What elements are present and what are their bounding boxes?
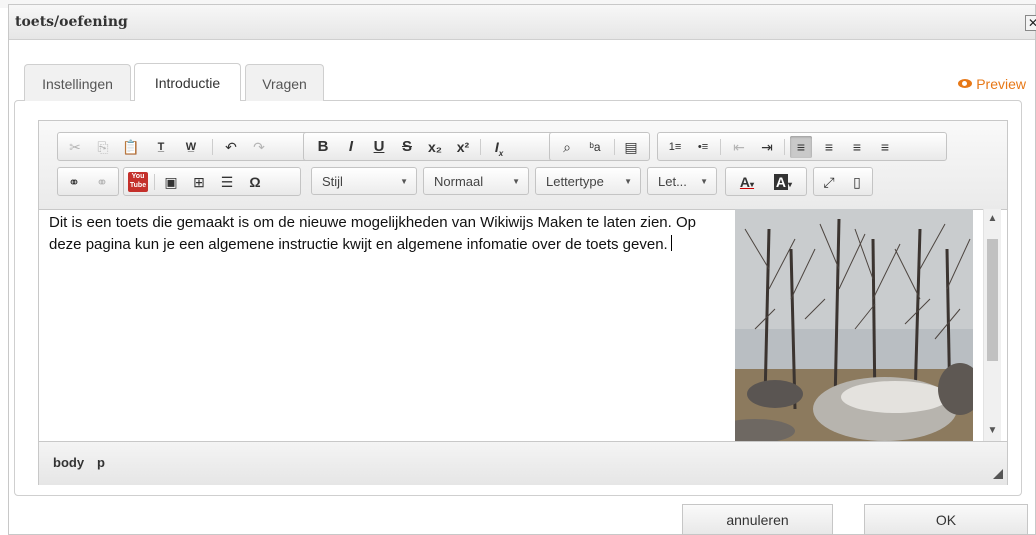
unlink-icon[interactable]: ⚭ bbox=[91, 171, 113, 193]
table-icon[interactable]: ⊞ bbox=[188, 171, 210, 193]
special-char-icon[interactable]: Ω bbox=[244, 171, 266, 193]
format-combo-label: Normaal bbox=[434, 174, 484, 189]
align-right-icon[interactable]: ≡ bbox=[846, 136, 868, 158]
strikethrough-icon[interactable]: S bbox=[396, 136, 418, 158]
toolbar-group-tools: ⤢ ▯ bbox=[813, 167, 873, 196]
toolbar-group-links: ⚭ ⚭ bbox=[57, 167, 119, 196]
horizontal-line-icon[interactable]: ☰ bbox=[216, 171, 238, 193]
scroll-thumb[interactable] bbox=[987, 239, 998, 361]
bulleted-list-icon[interactable]: •≡ bbox=[692, 136, 714, 158]
editor-toolbar: ✂ ⎘ 📋 T̲ W̲ ↶ ↷ B I U S x₂ x² Ix ⌕ ᵇa ▤ bbox=[39, 121, 1007, 210]
find-icon[interactable]: ⌕ bbox=[556, 136, 578, 158]
style-combo-label: Stijl bbox=[322, 174, 343, 189]
text-caret bbox=[670, 235, 672, 251]
tab-label: Vragen bbox=[262, 76, 307, 92]
chevron-down-icon: ▼ bbox=[400, 177, 408, 186]
toolbar-group-paragraph: 1≡ •≡ ⇤ ⇥ ≡ ≡ ≡ ≡ bbox=[657, 132, 947, 161]
paste-text-icon[interactable]: T̲ bbox=[150, 136, 172, 158]
text-color-label: A bbox=[739, 174, 751, 190]
undo-icon[interactable]: ↶ bbox=[220, 136, 242, 158]
paste-icon[interactable]: 📋 bbox=[120, 136, 142, 158]
remove-format-icon[interactable]: Ix bbox=[488, 136, 510, 158]
copy-icon[interactable]: ⎘ bbox=[92, 136, 114, 158]
style-combo[interactable]: Stijl ▼ bbox=[311, 167, 417, 195]
dialog-title: toets/oefening bbox=[15, 14, 128, 30]
text-color-button[interactable]: A▾ bbox=[732, 171, 762, 193]
toolbar-group-basicstyles: B I U S x₂ x² Ix bbox=[303, 132, 581, 161]
preview-label: Preview bbox=[976, 76, 1026, 92]
bg-color-button[interactable]: A ▾ bbox=[768, 171, 798, 193]
preview-link[interactable]: Preview bbox=[958, 76, 1026, 92]
cancel-button[interactable]: annuleren bbox=[682, 504, 833, 535]
subscript-icon[interactable]: x₂ bbox=[424, 136, 446, 158]
underline-icon[interactable]: U bbox=[368, 136, 390, 158]
bg-color-label: A bbox=[773, 174, 789, 190]
separator bbox=[480, 139, 481, 155]
justify-icon[interactable]: ≡ bbox=[874, 136, 896, 158]
font-combo-label: Lettertype bbox=[546, 174, 604, 189]
redo-icon[interactable]: ↷ bbox=[248, 136, 270, 158]
show-blocks-icon[interactable]: ▤ bbox=[620, 136, 642, 158]
font-combo[interactable]: Lettertype ▼ bbox=[535, 167, 641, 195]
align-left-icon[interactable]: ≡ bbox=[790, 136, 812, 158]
scroll-down-icon[interactable]: ▼ bbox=[984, 423, 1001, 439]
cut-icon[interactable]: ✂ bbox=[64, 136, 86, 158]
link-icon[interactable]: ⚭ bbox=[63, 171, 85, 193]
size-combo-label: Let... bbox=[658, 174, 687, 189]
toolbar-group-insert: You Tube ▣ ⊞ ☰ Ω bbox=[123, 167, 301, 196]
outdent-icon[interactable]: ⇤ bbox=[728, 136, 750, 158]
toolbar-group-colors: A▾ A ▾ bbox=[725, 167, 807, 196]
dolmen-image bbox=[735, 209, 973, 441]
dialog-titlebar: toets/oefening ✕ bbox=[9, 5, 1036, 40]
youtube-icon[interactable]: You Tube bbox=[128, 172, 148, 192]
image-icon[interactable]: ▣ bbox=[160, 171, 182, 193]
tab-introductie[interactable]: Introductie bbox=[134, 63, 241, 101]
content-paragraph: Dit is een toets die gemaakt is om de ni… bbox=[49, 214, 696, 253]
chevron-down-icon: ▼ bbox=[512, 177, 520, 186]
content-scrollbar[interactable]: ▲ ▼ bbox=[983, 209, 1001, 441]
separator bbox=[784, 139, 785, 155]
paste-word-icon[interactable]: W̲ bbox=[180, 136, 202, 158]
indent-icon[interactable]: ⇥ bbox=[756, 136, 778, 158]
resize-handle-icon[interactable] bbox=[993, 469, 1003, 479]
dolmen-photo bbox=[735, 209, 973, 441]
size-combo[interactable]: Let... ▼ bbox=[647, 167, 717, 195]
maximize-icon[interactable]: ⤢ bbox=[818, 171, 840, 193]
source-icon[interactable]: ▯ bbox=[846, 171, 868, 193]
tab-label: Instellingen bbox=[42, 76, 113, 92]
superscript-icon[interactable]: x² bbox=[452, 136, 474, 158]
format-combo[interactable]: Normaal ▼ bbox=[423, 167, 529, 195]
eye-icon bbox=[958, 79, 973, 88]
scroll-up-icon[interactable]: ▲ bbox=[984, 211, 1001, 227]
rich-text-editor: ✂ ⎘ 📋 T̲ W̲ ↶ ↷ B I U S x₂ x² Ix ⌕ ᵇa ▤ bbox=[38, 120, 1008, 485]
separator bbox=[212, 139, 213, 155]
separator bbox=[720, 139, 721, 155]
tab-vragen[interactable]: Vragen bbox=[245, 64, 324, 101]
separator bbox=[614, 139, 615, 155]
chevron-down-icon: ▼ bbox=[624, 177, 632, 186]
toolbar-group-clipboard: ✂ ⎘ 📋 T̲ W̲ ↶ ↷ bbox=[57, 132, 334, 161]
youtube-label: You Tube bbox=[129, 173, 147, 189]
italic-icon[interactable]: I bbox=[340, 136, 362, 158]
tab-label: Introductie bbox=[154, 75, 221, 91]
separator bbox=[154, 174, 155, 190]
content-text[interactable]: Dit is een toets die gemaakt is om de ni… bbox=[49, 212, 719, 256]
tab-instellingen[interactable]: Instellingen bbox=[24, 64, 131, 101]
bold-icon[interactable]: B bbox=[312, 136, 334, 158]
replace-icon[interactable]: ᵇa bbox=[584, 136, 606, 158]
elements-path-bar: body p bbox=[39, 441, 1007, 485]
close-icon[interactable]: ✕ bbox=[1025, 15, 1036, 31]
editor-content[interactable]: Dit is een toets die gemaakt is om de ni… bbox=[39, 209, 973, 441]
chevron-down-icon: ▼ bbox=[700, 177, 708, 186]
align-center-icon[interactable]: ≡ bbox=[818, 136, 840, 158]
path-item-body[interactable]: body bbox=[53, 455, 84, 470]
numbered-list-icon[interactable]: 1≡ bbox=[664, 136, 686, 158]
toolbar-group-editing: ⌕ ᵇa ▤ bbox=[549, 132, 650, 161]
path-item-p[interactable]: p bbox=[97, 455, 105, 470]
ok-button[interactable]: OK bbox=[864, 504, 1028, 535]
